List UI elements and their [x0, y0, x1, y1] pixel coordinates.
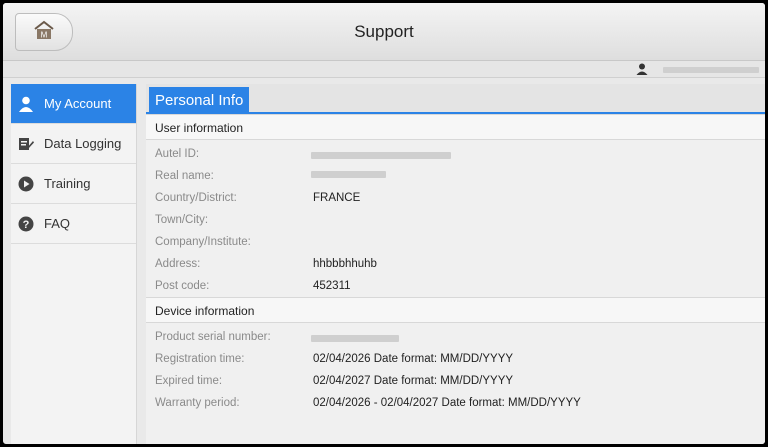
sidebar-item-label: FAQ — [44, 216, 71, 231]
masked-value — [311, 171, 386, 178]
row-label: Address: — [155, 258, 201, 270]
row-value: 02/04/2027 Date format: MM/DD/YYYY — [313, 375, 514, 387]
row-label: Autel ID: — [155, 148, 200, 160]
row-value: FRANCE — [313, 192, 361, 204]
row-label: Post code: — [155, 280, 210, 292]
user-info-list: Autel ID: Real name: Country/District: F… — [146, 140, 765, 297]
masked-value — [311, 152, 451, 159]
row-label: Warranty period: — [155, 397, 240, 409]
tab-bar: Personal Info — [146, 84, 765, 114]
sidebar-item-training[interactable]: Training — [11, 164, 136, 204]
info-row-expired: Expired time: 02/04/2027 Date format: MM… — [146, 370, 765, 392]
info-row-post-code: Post code: 452311 — [146, 275, 765, 297]
row-value: 02/04/2026 - 02/04/2027 Date format: MM/… — [313, 397, 581, 409]
sidebar-item-label: Data Logging — [44, 136, 122, 151]
info-row-country: Country/District: FRANCE — [146, 187, 765, 209]
info-row-autel-id: Autel ID: — [146, 143, 765, 165]
device-info-list: Product serial number: Registration time… — [146, 323, 765, 414]
person-icon — [18, 96, 34, 112]
edit-note-icon — [18, 136, 34, 152]
row-value: 02/04/2026 Date format: MM/DD/YYYY — [313, 353, 514, 365]
section-heading-device: Device information — [146, 297, 765, 323]
sidebar-item-label: My Account — [44, 96, 112, 111]
row-value: 452311 — [313, 280, 351, 292]
row-label: Country/District: — [155, 192, 237, 204]
section-heading-user: User information — [146, 114, 765, 140]
row-label: Registration time: — [155, 353, 245, 365]
row-label: Expired time: — [155, 375, 223, 387]
help-circle-icon: ? — [18, 216, 34, 232]
info-row-warranty: Warranty period: 02/04/2026 - 02/04/2027… — [146, 392, 765, 414]
svg-text:?: ? — [23, 219, 30, 231]
row-label: Product serial number: — [155, 331, 271, 343]
row-label: Company/Institute: — [155, 236, 251, 248]
sidebar-item-label: Training — [44, 176, 91, 191]
masked-value — [311, 335, 399, 342]
info-row-town: Town/City: — [146, 209, 765, 231]
info-row-real-name: Real name: — [146, 165, 765, 187]
tab-personal-info[interactable]: Personal Info — [149, 87, 250, 114]
sidebar-item-my-account[interactable]: My Account — [11, 84, 136, 124]
sidebar-item-data-logging[interactable]: Data Logging — [11, 124, 136, 164]
info-row-address: Address: hhbbbhhuhb — [146, 253, 765, 275]
sidebar: My Account Data Logging Training ? FAQ — [11, 84, 137, 444]
play-circle-icon — [18, 176, 34, 192]
info-row-company: Company/Institute: — [146, 231, 765, 253]
user-bar — [3, 61, 765, 78]
sidebar-item-faq[interactable]: ? FAQ — [11, 204, 136, 244]
main-content: Personal Info User information Autel ID:… — [146, 84, 765, 444]
row-value: hhbbbhhuhb — [313, 258, 377, 270]
info-row-registration: Registration time: 02/04/2026 Date forma… — [146, 348, 765, 370]
page-title: Support — [354, 22, 414, 41]
info-row-serial: Product serial number: — [146, 326, 765, 348]
title-bar: M Support — [3, 3, 765, 61]
row-label: Real name: — [155, 170, 214, 182]
row-label: Town/City: — [155, 214, 209, 226]
app-window: M Support My Account Data Logging Traini… — [0, 0, 768, 447]
person-icon — [636, 62, 648, 80]
masked-username — [663, 67, 759, 73]
